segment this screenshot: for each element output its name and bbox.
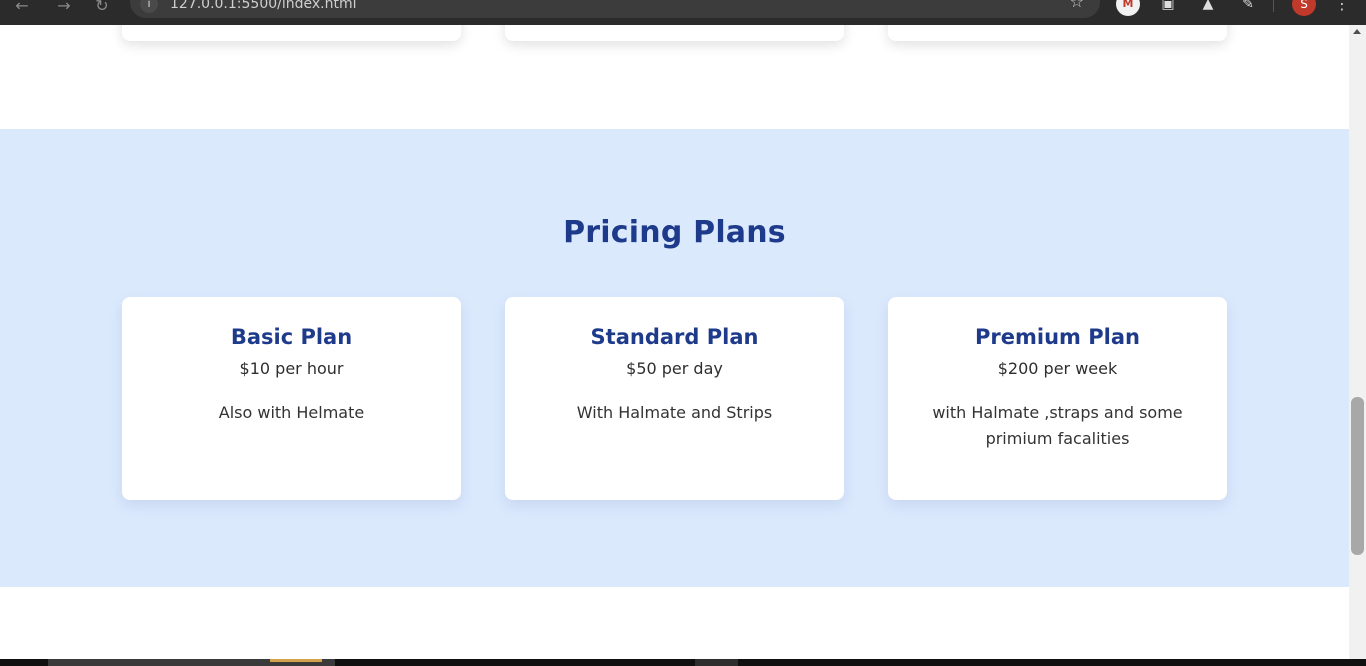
scrollbar-thumb[interactable] (1351, 397, 1364, 555)
forward-arrow-icon[interactable]: → (52, 0, 76, 18)
reload-icon[interactable]: ↻ (90, 0, 114, 18)
os-taskbar (0, 659, 1366, 666)
back-arrow-icon[interactable]: ← (10, 0, 34, 18)
extensions-puzzle-icon[interactable]: ✎ (1236, 0, 1260, 16)
plan-description: With Halmate and Strips (576, 403, 773, 422)
pricing-section: Pricing Plans Basic Plan $10 per hour Al… (0, 129, 1349, 587)
plan-price: $50 per day (626, 359, 723, 378)
page-viewport: Pricing Plans Basic Plan $10 per hour Al… (0, 25, 1349, 659)
toolbar-divider (1273, 0, 1274, 12)
bookmark-star-icon[interactable]: ☆ (1070, 0, 1084, 11)
plan-price: $10 per hour (239, 359, 344, 378)
plan-price: $200 per week (997, 359, 1118, 378)
plan-name: Premium Plan (975, 325, 1140, 349)
previous-section-card (122, 25, 461, 41)
taskbar-app[interactable] (695, 659, 738, 666)
profile-avatar[interactable]: S (1292, 0, 1316, 16)
pricing-title: Pricing Plans (563, 215, 786, 250)
previous-section-card (505, 25, 844, 41)
plan-card-standard: Standard Plan $50 per day With Halmate a… (505, 297, 844, 500)
hat-extension-icon[interactable]: ▲ (1196, 0, 1220, 16)
browser-toolbar: ← → ↻ i 127.0.0.1:5500/index.html ☆ M ▣ … (0, 0, 1366, 25)
address-url[interactable]: 127.0.0.1:5500/index.html (170, 0, 357, 12)
image-extension-icon[interactable]: ▣ (1156, 0, 1180, 16)
plan-card-basic: Basic Plan $10 per hour Also with Helmat… (122, 297, 461, 500)
taskbar-app-indicator (270, 659, 322, 662)
plan-name: Standard Plan (590, 325, 759, 349)
plan-description: with Halmate ,straps and some primium fa… (932, 403, 1183, 448)
extension-m-icon[interactable]: M (1116, 0, 1140, 16)
address-bar[interactable]: i 127.0.0.1:5500/index.html ☆ (130, 0, 1100, 18)
plan-name: Basic Plan (230, 325, 353, 349)
plan-card-premium: Premium Plan $200 per week with Halmate … (888, 297, 1227, 500)
plan-description: Also with Helmate (218, 403, 365, 422)
browser-menu-icon[interactable]: ⋮ (1332, 0, 1352, 14)
site-info-icon[interactable]: i (140, 0, 158, 13)
previous-section-card (888, 25, 1227, 41)
page-scrollbar[interactable] (1349, 25, 1366, 659)
scroll-up-arrow-icon[interactable] (1353, 29, 1361, 34)
